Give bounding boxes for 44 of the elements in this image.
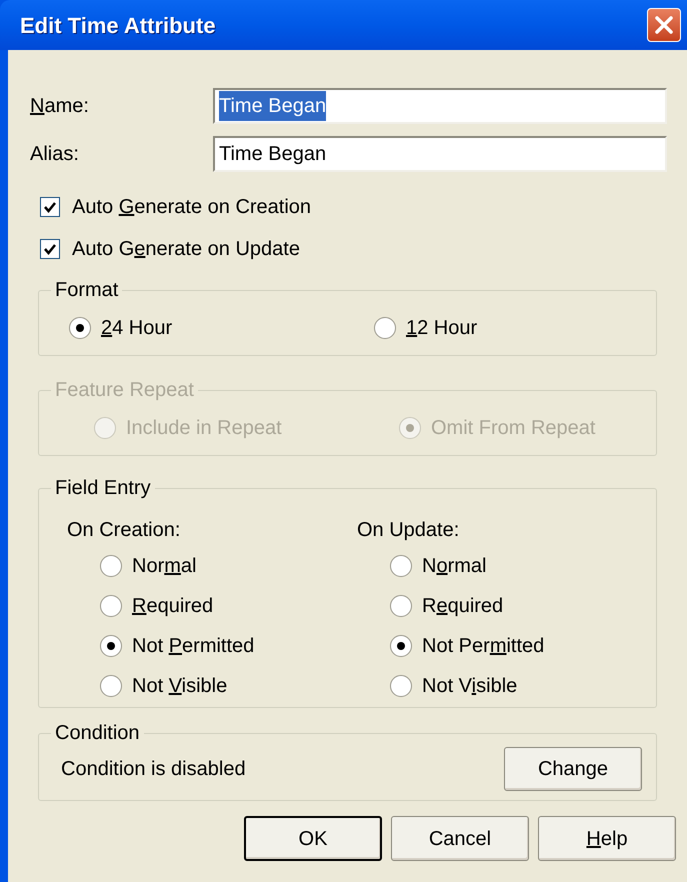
- close-icon: [654, 15, 674, 35]
- radio-button[interactable]: [390, 675, 412, 697]
- radio-button[interactable]: [100, 555, 122, 577]
- radio-label: Not Permitted: [132, 634, 254, 659]
- radio-button[interactable]: [100, 675, 122, 697]
- column-heading: On Update:: [357, 518, 460, 543]
- close-button[interactable]: [647, 8, 681, 42]
- radio-label: Include in Repeat: [126, 416, 282, 441]
- radio-label: Normal: [422, 554, 486, 579]
- checkbox[interactable]: [40, 197, 60, 217]
- dialog-button[interactable]: Help: [538, 816, 676, 861]
- radio-label: Not Visible: [422, 674, 518, 699]
- radio-button[interactable]: [390, 595, 412, 617]
- field-value: Time Began: [219, 91, 326, 121]
- change-button[interactable]: Change: [504, 747, 642, 791]
- radio-button[interactable]: [100, 595, 122, 617]
- window-title: Edit Time Attribute: [20, 12, 216, 40]
- field-label: Name:: [30, 94, 90, 119]
- dialog-button[interactable]: Cancel: [391, 816, 529, 861]
- radio-label: 24 Hour: [101, 316, 172, 341]
- radio-button[interactable]: [69, 317, 91, 339]
- text-field[interactable]: Time Began: [213, 88, 667, 124]
- radio-label: Normal: [132, 554, 196, 579]
- radio-label: Not Visible: [132, 674, 228, 699]
- text-field[interactable]: Time Began: [213, 136, 667, 172]
- checkbox[interactable]: [40, 239, 60, 259]
- check-icon: [43, 200, 57, 214]
- radio-button[interactable]: [390, 555, 412, 577]
- radio-button[interactable]: [390, 635, 412, 657]
- radio-label: Required: [422, 594, 504, 619]
- checkbox-label: Auto Generate on Update: [72, 237, 300, 262]
- field-value: Time Began: [219, 142, 326, 167]
- check-icon: [43, 242, 57, 256]
- dialog-button[interactable]: OK: [244, 816, 382, 861]
- column-heading: On Creation:: [67, 518, 182, 543]
- field-label: Alias:: [30, 142, 80, 167]
- radio-button[interactable]: [100, 635, 122, 657]
- radio-label: 12 Hour: [406, 316, 478, 341]
- condition-status: Condition is disabled: [61, 757, 246, 782]
- radio-label: Required: [132, 594, 214, 619]
- checkbox-label: Auto Generate on Creation: [72, 195, 312, 220]
- radio-label: Omit From Repeat: [431, 416, 596, 441]
- radio-button[interactable]: [374, 317, 396, 339]
- radio-label: Not Permitted: [422, 634, 544, 659]
